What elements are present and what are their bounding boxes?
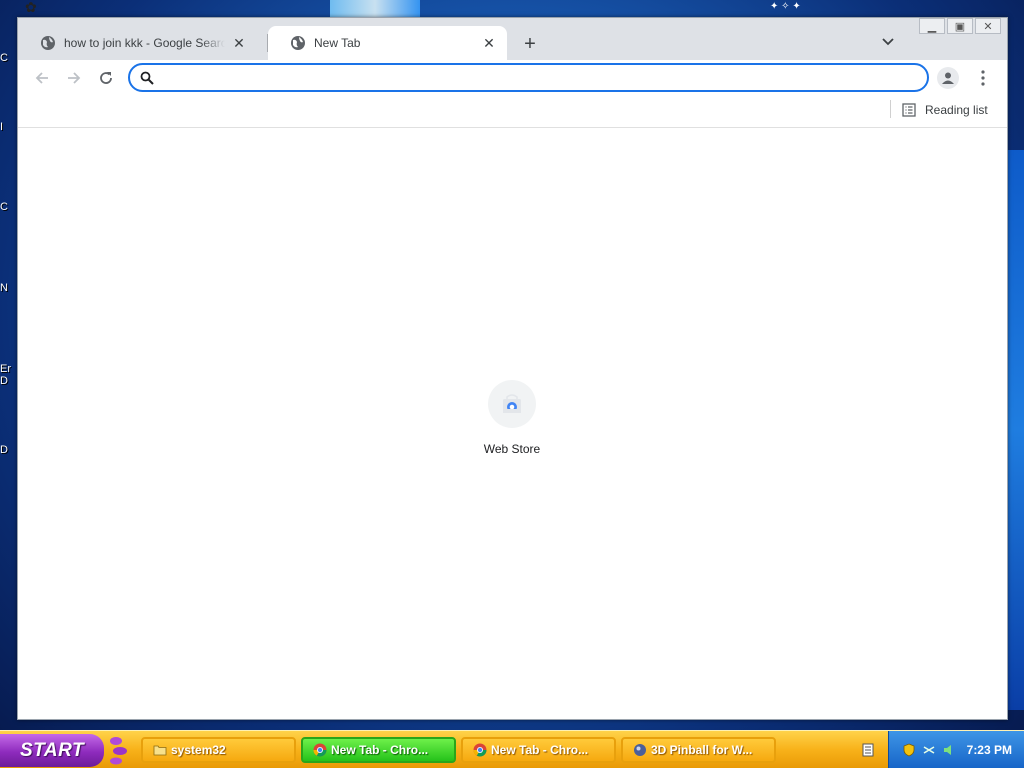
taskbar-button-label: system32 — [171, 743, 226, 757]
taskbar-button-chrome[interactable]: New Tab - Chro... — [461, 737, 616, 763]
shortcut-label: Web Store — [483, 442, 541, 456]
start-flourish-icon — [110, 737, 127, 765]
tab-search-button[interactable] — [878, 32, 898, 52]
tab-title: how to join kkk - Google Search — [64, 36, 225, 50]
desktop-icon-label[interactable]: D — [0, 444, 16, 456]
keyboard-language-icon[interactable] — [860, 742, 876, 758]
tab-new-tab[interactable]: New Tab ✕ — [268, 26, 507, 60]
browser-menu-button[interactable] — [973, 67, 993, 89]
bookmarks-bar: Reading list — [18, 96, 1007, 128]
shortcut-tile — [488, 380, 536, 428]
taskbar-button-system32[interactable]: system32 — [141, 737, 296, 763]
taskbar-button-chrome-active[interactable]: New Tab - Chro... — [301, 737, 456, 763]
reading-list-icon — [902, 103, 916, 117]
tab-title: New Tab — [314, 36, 361, 50]
desktop-icon-label[interactable]: Er — [0, 363, 16, 375]
web-store-icon — [503, 394, 521, 413]
address-bar[interactable] — [128, 63, 929, 92]
desktop-light-glow — [330, 0, 420, 18]
pinball-icon — [634, 744, 646, 756]
start-button[interactable]: START — [0, 734, 104, 767]
volume-icon[interactable] — [941, 742, 957, 758]
browser-window: how to join kkk - Google Search ✕ New Ta… — [17, 17, 1008, 720]
restore-button[interactable]: ▣ — [947, 18, 973, 34]
restore-icon: ▣ — [954, 20, 966, 33]
back-button[interactable] — [30, 66, 54, 90]
desktop-icon-label[interactable]: C — [0, 52, 16, 64]
taskbar-button-label: New Tab - Chro... — [491, 743, 589, 757]
desktop-icon-label[interactable]: N — [0, 282, 16, 294]
reading-list-label: Reading list — [925, 103, 988, 117]
taskbar-button-label: 3D Pinball for W... — [651, 743, 753, 757]
taskbar-clock[interactable]: 7:23 PM — [967, 743, 1012, 757]
search-icon — [140, 71, 154, 85]
chevron-down-icon — [882, 38, 894, 46]
new-tab-page: Web Store — [18, 129, 1007, 719]
close-button[interactable]: ✕ — [975, 18, 1001, 34]
close-icon: ✕ — [983, 20, 993, 33]
folder-icon — [153, 745, 167, 756]
forward-button[interactable] — [62, 66, 86, 90]
start-label: START — [20, 739, 85, 761]
desktop-sparkle: ✦ ✧ ✦ — [770, 1, 801, 12]
bookmarks-separator — [890, 100, 891, 118]
address-input[interactable] — [162, 65, 927, 90]
new-tab-button[interactable]: + — [518, 32, 542, 56]
globe-icon — [291, 36, 305, 50]
taskbar-button-label: New Tab - Chro... — [331, 743, 429, 757]
taskbar-button-pinball[interactable]: 3D Pinball for W... — [621, 737, 776, 763]
reload-icon — [100, 72, 112, 84]
plus-icon: + — [524, 32, 536, 55]
minimize-button[interactable]: ▁ — [919, 18, 945, 34]
tab-google-search[interactable]: how to join kkk - Google Search ✕ — [18, 26, 257, 60]
tab-strip: how to join kkk - Google Search ✕ New Ta… — [18, 18, 1007, 60]
reading-list-button[interactable]: Reading list — [902, 100, 988, 120]
shortcut-web-store[interactable]: Web Store — [473, 380, 551, 456]
browser-toolbar — [18, 60, 1007, 96]
more-vertical-icon — [981, 70, 985, 86]
window-caption-buttons: ▁ ▣ ✕ — [919, 18, 1001, 34]
desktop-ornament: ✿ — [25, 0, 37, 15]
globe-icon — [41, 36, 55, 50]
desktop-icon-label[interactable]: D — [0, 375, 16, 387]
system-tray: 7:23 PM — [888, 731, 1024, 768]
arrow-right-icon — [68, 72, 81, 84]
arrow-left-icon — [35, 72, 48, 84]
minimize-icon: ▁ — [927, 20, 937, 33]
close-icon[interactable]: ✕ — [481, 35, 497, 51]
chrome-icon — [313, 743, 327, 757]
reload-button[interactable] — [94, 66, 118, 90]
person-icon — [942, 72, 954, 84]
desktop-icon-label[interactable]: I — [0, 121, 16, 133]
desktop-backdrop-strip — [1006, 150, 1024, 710]
taskbar: START system32 New Tab - Chro... New Tab — [0, 730, 1024, 768]
profile-button[interactable] — [937, 67, 959, 89]
security-shield-icon[interactable] — [901, 742, 917, 758]
chrome-icon — [473, 743, 487, 757]
network-icon[interactable] — [921, 742, 937, 758]
desktop-icon-label[interactable]: C — [0, 201, 16, 213]
close-icon[interactable]: ✕ — [231, 35, 247, 51]
